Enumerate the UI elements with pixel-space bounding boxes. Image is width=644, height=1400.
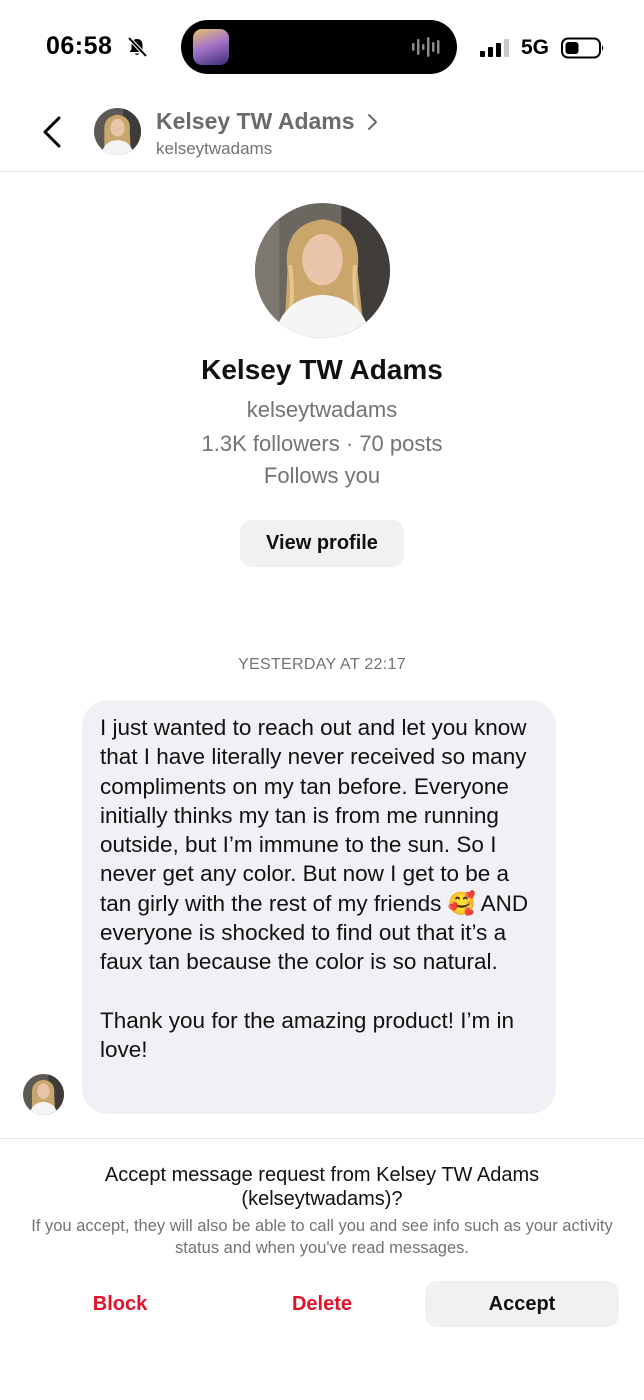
now-playing-app-icon xyxy=(193,29,229,65)
view-profile-button[interactable]: View profile xyxy=(240,520,404,567)
thread-header: Kelsey TW Adams kelseytwadams xyxy=(0,92,644,172)
chevron-right-icon[interactable] xyxy=(366,113,378,131)
profile-avatar[interactable] xyxy=(255,203,390,338)
request-description: If you accept, they will also be able to… xyxy=(31,1217,613,1257)
profile-card: Kelsey TW Adams kelseytwadams 1.3K follo… xyxy=(0,172,644,592)
status-time: 06:58 xyxy=(46,32,113,60)
block-button[interactable]: Block xyxy=(40,1281,200,1327)
profile-username: kelseytwadams xyxy=(246,397,398,422)
follows-you-label: Follows you xyxy=(263,463,381,488)
cellular-signal-icon xyxy=(479,38,511,58)
header-name[interactable]: Kelsey TW Adams xyxy=(156,108,355,135)
accept-button[interactable]: Accept xyxy=(425,1281,619,1327)
sender-avatar[interactable] xyxy=(23,1074,64,1115)
message-text: I just wanted to reach out and let you k… xyxy=(100,715,529,1063)
header-avatar[interactable] xyxy=(94,108,141,155)
back-arrow-icon[interactable] xyxy=(40,114,64,150)
profile-name: Kelsey TW Adams xyxy=(201,354,443,385)
dynamic-island[interactable] xyxy=(181,20,457,74)
header-username: kelseytwadams xyxy=(156,139,273,158)
request-title: Accept message request from Kelsey TW Ad… xyxy=(104,1164,540,1210)
profile-stats: 1.3K followers · 70 posts xyxy=(201,431,443,456)
message-timestamp: YESTERDAY AT 22:17 xyxy=(238,656,406,673)
network-type: 5G xyxy=(521,36,550,59)
message-request-panel: Accept message request from Kelsey TW Ad… xyxy=(0,1138,644,1400)
audio-waveform-icon xyxy=(411,36,443,58)
bell-muted-icon xyxy=(126,36,148,58)
battery-icon xyxy=(561,37,605,59)
delete-button[interactable]: Delete xyxy=(242,1281,402,1327)
status-bar: 06:58 5G xyxy=(0,0,644,92)
message-bubble[interactable]: I just wanted to reach out and let you k… xyxy=(82,700,556,1114)
